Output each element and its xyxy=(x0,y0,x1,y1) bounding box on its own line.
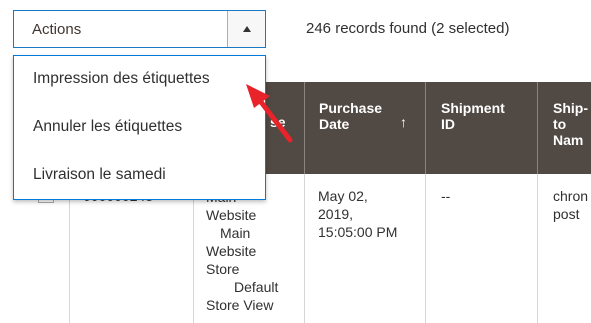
shipment-id-header-line1: Shipment xyxy=(441,100,505,116)
purchase-date-line3: 15:05:00 PM xyxy=(318,224,398,240)
actions-dropdown-menu: Impression des étiquettes Annuler les ét… xyxy=(13,55,266,200)
purchase-date-cell: May 02, 2019, 15:05:00 PM xyxy=(304,174,425,323)
menu-item-saturday-delivery[interactable]: Livraison le samedi xyxy=(14,152,265,198)
store-line: Default xyxy=(234,279,279,295)
purchase-date-header-line2: Date xyxy=(319,116,350,132)
shipment-id-value: -- xyxy=(441,188,451,204)
ship-to-name-line1: chron xyxy=(553,188,589,204)
store-line: Website xyxy=(206,243,257,259)
ship-to-header-line2: to xyxy=(553,116,567,132)
ship-to-header-line1: Ship- xyxy=(553,100,588,116)
purchase-date-line1: May 02, xyxy=(318,188,368,204)
store-line: Main xyxy=(220,225,251,241)
column-header-partial[interactable]: se xyxy=(266,82,304,174)
sort-ascending-icon: ↑ xyxy=(400,114,407,130)
triangle-up-icon xyxy=(242,26,251,32)
column-header-purchase-date[interactable]: Purchase Date ↑ xyxy=(304,82,425,174)
store-line: Store xyxy=(206,261,240,277)
purchase-date-line2: 2019, xyxy=(318,206,354,222)
ship-to-name-cell: chron post xyxy=(537,174,591,323)
actions-select[interactable]: Actions xyxy=(13,10,266,48)
menu-item-print-labels[interactable]: Impression des étiquettes xyxy=(14,56,265,102)
actions-label: Actions xyxy=(32,20,82,38)
records-count: 246 records found (2 selected) xyxy=(306,20,510,37)
ship-to-header-line3: Nam xyxy=(553,132,584,148)
store-line: Website xyxy=(206,207,257,223)
column-header-partial-label: se xyxy=(270,114,286,130)
shipment-id-header-line2: ID xyxy=(441,116,455,132)
menu-item-cancel-labels[interactable]: Annuler les étiquettes xyxy=(14,104,265,150)
column-header-ship-to-name[interactable]: Ship- to Nam xyxy=(537,82,591,174)
column-header-shipment-id[interactable]: Shipment ID xyxy=(425,82,537,174)
shipment-id-cell: -- xyxy=(425,174,537,323)
actions-toggle-button[interactable] xyxy=(227,11,265,47)
purchase-date-header-line1: Purchase xyxy=(319,100,383,116)
ship-to-name-line2: post xyxy=(553,206,580,222)
store-line: Store View xyxy=(206,297,274,313)
